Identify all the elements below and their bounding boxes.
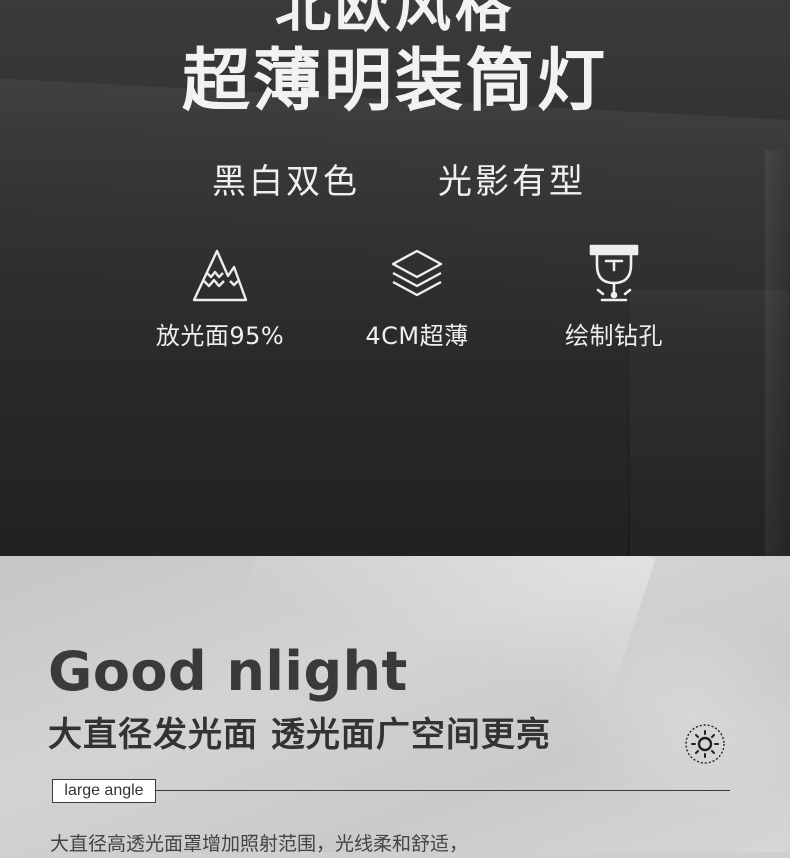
divider-line [156,790,730,791]
mountain-icon [192,249,248,302]
feature-drilling: 绘制钻孔 [514,243,714,351]
hero-subtitle-right: 光影有型 [438,162,586,202]
feature-label: 绘制钻孔 [565,322,663,350]
hero-title-main: 超薄明装筒灯 [181,42,608,121]
hero-title-top: 北欧风格 [275,0,515,40]
light-streak-decoration [560,616,790,816]
feature-label: 放光面95% [155,322,285,350]
trophy-icon [589,244,639,302]
section-body-text: 大直径高透光面罩增加照射范围，光线柔和舒适， [50,833,469,855]
feature-label: 4CM超薄 [365,322,469,350]
detail-section-background [0,556,790,852]
wall-plane-decoration [0,320,630,556]
section-title-english: Good nlight [48,640,408,703]
feature-light-surface: 放光面95% [120,243,320,351]
hero-banner: 北欧风格 超薄明装筒灯 黑白双色 光影有型 放光面95% 4CM超薄 绘制钻孔 [0,0,790,556]
feature-ultra-thin: 4CM超薄 [317,243,517,351]
layers-icon [391,249,443,297]
large-angle-tag: large angle [52,779,156,803]
sun-icon [685,724,725,764]
section-heading-chinese: 大直径发光面 透光面广空间更亮 [48,715,551,755]
hero-subtitle-left: 黑白双色 [212,162,360,202]
